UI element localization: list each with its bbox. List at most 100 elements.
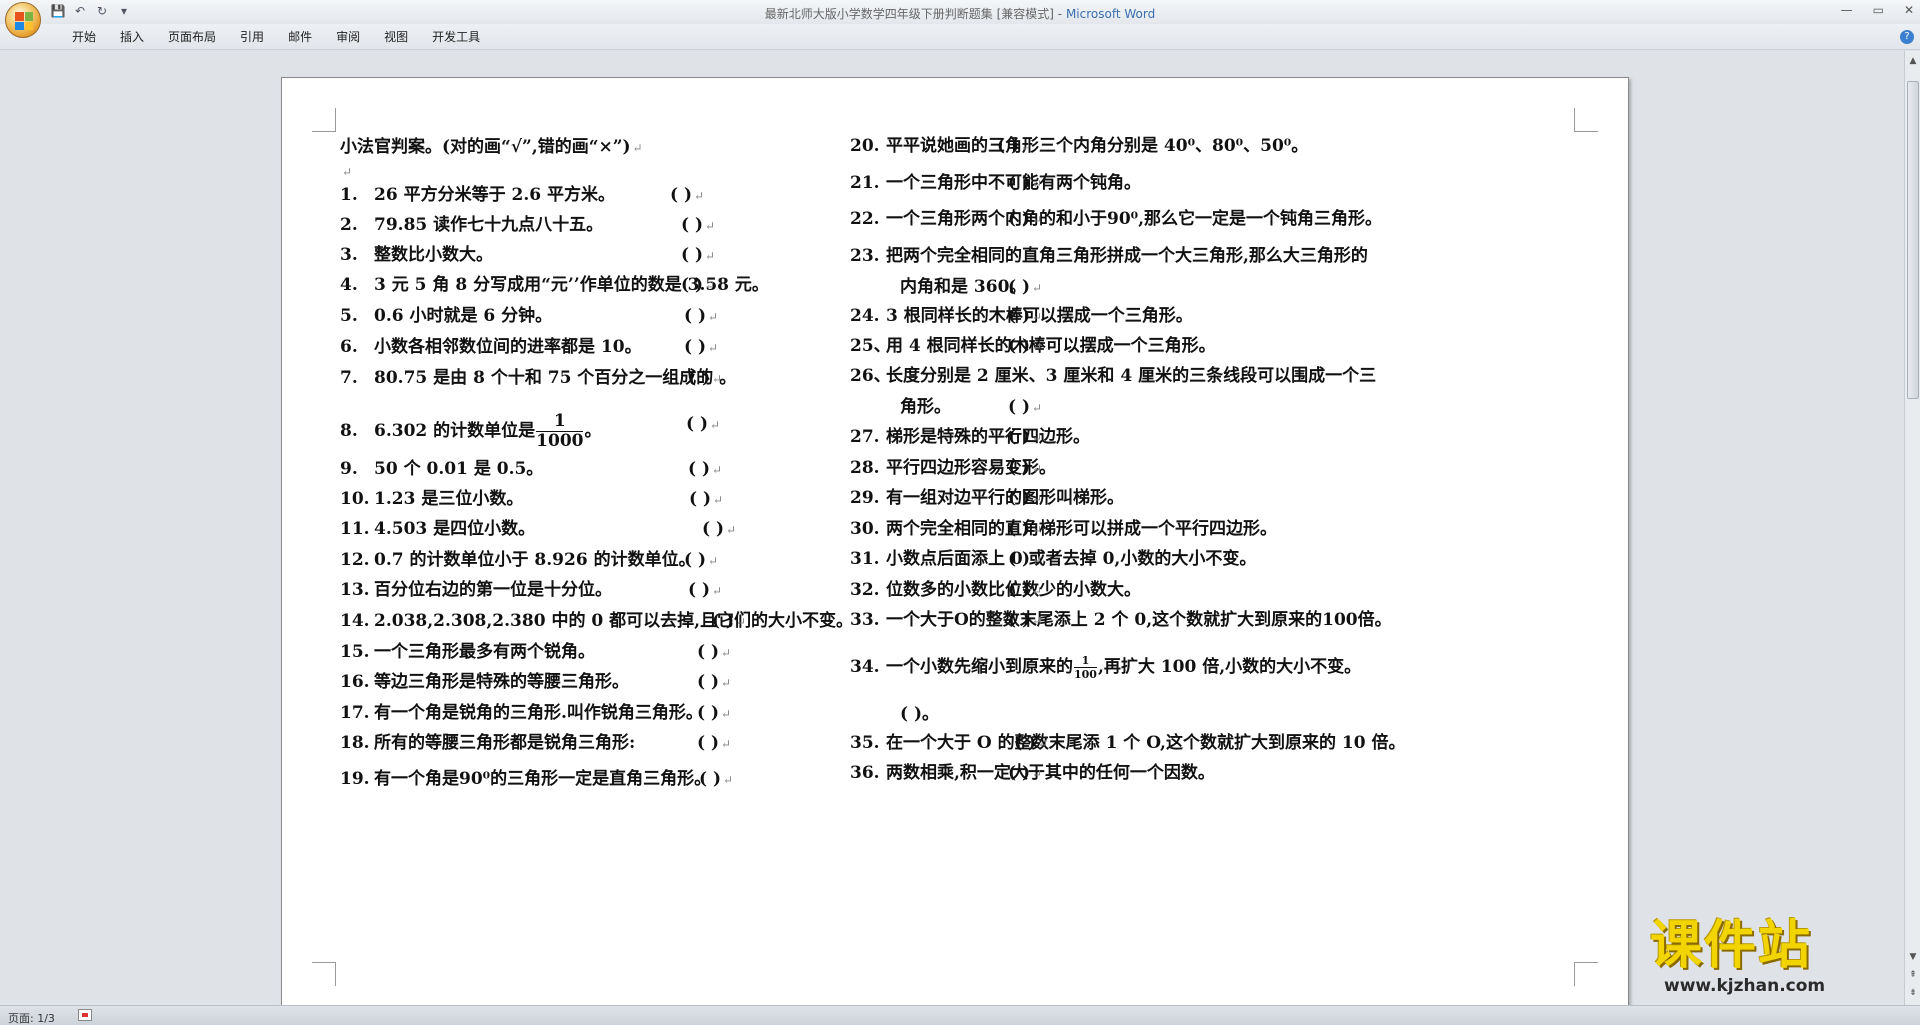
answer-blank-text: ( ) — [686, 414, 709, 434]
paragraph-mark: ↵ — [721, 676, 732, 690]
paragraph-mark: ↵ — [694, 189, 705, 203]
answer-blank[interactable]: ( ) ↵ — [689, 488, 723, 511]
ribbon-tab[interactable]: 开发工具 — [420, 30, 492, 44]
answer-blank-text: ( ) — [688, 459, 711, 479]
answer-blank[interactable]: ( ) ↵ — [681, 214, 715, 237]
ribbon-tab[interactable]: 邮件 — [276, 30, 324, 44]
answer-blank[interactable]: ( ) ↵ — [699, 768, 733, 791]
question-number: 31. — [850, 549, 880, 569]
answer-blank[interactable]: ( ) ↵ — [681, 274, 715, 297]
answer-blank[interactable]: ( ) ↵ — [1008, 762, 1042, 785]
answer-blank[interactable]: ( ) ↵ — [997, 135, 1031, 158]
question-number: 21. — [850, 173, 880, 193]
paragraph-mark: ↵ — [726, 523, 737, 537]
document-page[interactable]: 小法官判案。(对的画“√”,错的画“×”) ↵ ↵ 1. 26 平方分米等于 2.6… — [281, 77, 1629, 1005]
answer-blank-text: ( ) — [681, 215, 704, 235]
ribbon-tab[interactable]: 开始 — [60, 30, 108, 44]
ribbon-tab[interactable]: 引用 — [228, 30, 276, 44]
ribbon-tab[interactable]: 页面布局 — [156, 30, 228, 44]
answer-blank[interactable]: ( ) ↵ — [712, 610, 746, 633]
answer-blank[interactable]: ( ) ↵ — [697, 702, 731, 725]
proofing-icon[interactable] — [78, 1009, 92, 1021]
answer-blank[interactable]: ( ) ↵ — [1008, 305, 1042, 328]
answer-blank[interactable]: ( ) ↵ — [684, 305, 718, 328]
question-text: 一个三角形两个内角的和小于90⁰,那么它一定是一个钝角三角形。 — [886, 209, 1383, 229]
document-workspace: 小法官判案。(对的画“√”,错的画“×”) ↵ ↵ 1. 26 平方分米等于 2.6… — [0, 51, 1904, 1005]
paragraph-mark: ↵ — [1032, 281, 1043, 295]
heading-text: 小法官判案。(对的画“√”,错的画“×”) — [340, 137, 631, 157]
answer-blank[interactable]: ( ) ↵ — [1008, 208, 1042, 231]
minimize-button[interactable]: — — [1841, 3, 1853, 17]
answer-blank[interactable]: ( ) ↵ — [697, 732, 731, 755]
answer-blank[interactable]: ( ) ↵ — [1008, 172, 1042, 195]
answer-blank-text: ( ) — [1008, 427, 1031, 447]
answer-blank-text: ( ) — [1008, 336, 1031, 356]
help-icon[interactable]: ? — [1900, 30, 1914, 44]
answer-blank[interactable]: ( ) ↵ — [684, 549, 718, 572]
paragraph-mark: ↵ — [342, 165, 353, 179]
fraction-numerator: 1 — [1074, 655, 1097, 668]
ribbon-tab[interactable]: 视图 — [372, 30, 420, 44]
question-number: 7. — [340, 368, 358, 388]
answer-blank[interactable]: ( ) ↵ — [1008, 457, 1042, 480]
question-text: 在一个大于 O 的整数末尾添 1 个 O,这个数就扩大到原来的 10 倍。 — [886, 733, 1406, 753]
office-button[interactable] — [5, 2, 41, 38]
question-number: 8. — [340, 421, 358, 441]
page-count[interactable]: 页面: 1/3 — [8, 1010, 55, 1025]
question-text: 0.6 小时就是 6 分钟。 — [374, 306, 553, 326]
question-item: 21. 一个三角形中不可能有两个钝角。 — [850, 172, 1141, 194]
question-text: 长度分别是 2 厘米、3 厘米和 4 厘米的三条线段可以围成一个三 — [886, 366, 1377, 386]
answer-blank[interactable]: ( ) ↵ — [1008, 396, 1042, 419]
question-item: 10. 1.23 是三位小数。 — [340, 488, 523, 510]
answer-blank-text: ( ) — [1008, 209, 1031, 229]
answer-blank-text: ( ) — [997, 136, 1020, 156]
answer-blank[interactable]: ( ) ↵ — [1008, 487, 1042, 510]
question-number: 15. — [340, 642, 370, 662]
question-text: 等边三角形是特殊的等腰三角形。 — [374, 672, 629, 692]
ribbon-tabs: 开始 插入 页面布局 引用 邮件 审阅 视图 开发工具 — [60, 30, 492, 44]
answer-blank[interactable]: ( ) ↵ — [684, 336, 718, 359]
scroll-up-icon[interactable]: ▲ — [1908, 55, 1918, 67]
question-text: 所有的等腰三角形都是锐角三角形: — [374, 733, 636, 753]
question-text: 有一个角是90⁰的三角形一定是直角三角形。 — [374, 769, 712, 789]
ribbon-tab[interactable]: 插入 — [108, 30, 156, 44]
answer-blank[interactable]: ( ) ↵ — [697, 671, 731, 694]
close-button[interactable]: ✕ — [1904, 3, 1914, 17]
question-number: 29. — [850, 488, 880, 508]
ribbon-tab[interactable]: 审阅 — [324, 30, 372, 44]
question-item: 26、长度分别是 2 厘米、3 厘米和 4 厘米的三条线段可以围成一个三 — [850, 365, 1376, 387]
answer-blank[interactable]: ( ) ↵ — [1008, 609, 1042, 632]
answer-blank[interactable]: ( ) ↵ — [1008, 518, 1042, 541]
vertical-scrollbar[interactable]: ▲ ▼ ⇞ ⇟ — [1904, 51, 1920, 1005]
scroll-thumb[interactable] — [1907, 81, 1919, 399]
answer-blank[interactable]: ( ) ↵ — [1008, 579, 1042, 602]
question-text: 6.302 的计数单位是 — [374, 421, 536, 441]
answer-blank[interactable]: ( ) ↵ — [1008, 548, 1042, 571]
answer-blank[interactable]: ( ) ↵ — [702, 518, 736, 541]
crop-mark — [1574, 962, 1598, 986]
paragraph-mark: ↵ — [705, 219, 716, 233]
answer-blank[interactable]: ( ) ↵ — [686, 413, 720, 436]
paragraph-mark: ↵ — [1038, 737, 1049, 751]
answer-blank-text: ( ) — [1008, 549, 1031, 569]
question-text-tail: 。 — [584, 421, 602, 441]
answer-blank[interactable]: ( ) ↵ — [681, 244, 715, 267]
answer-blank[interactable]: ( ) ↵ — [1008, 276, 1042, 299]
answer-blank[interactable]: ( ) ↵ — [670, 184, 704, 207]
answer-blank[interactable]: ( ) ↵ — [688, 458, 722, 481]
answer-blank-text: ( ) — [684, 306, 707, 326]
answer-blank[interactable]: ( ) ↵ — [1008, 335, 1042, 358]
question-number: 26、 — [850, 366, 891, 386]
answer-blank[interactable]: ( ) ↵ — [697, 641, 731, 664]
question-item: 33. 一个大于O的整数末尾添上 2 个 0,这个数就扩大到原来的100倍。 — [850, 609, 1392, 631]
paragraph-mark: ↵ — [1032, 213, 1043, 227]
answer-blank[interactable]: ( ) ↵ — [1014, 732, 1048, 755]
maximize-button[interactable]: ▭ — [1873, 3, 1884, 17]
question-number: 30. — [850, 519, 880, 539]
answer-blank[interactable]: ( ) ↵ — [688, 579, 722, 602]
answer-blank[interactable]: ( ) ↵ — [1008, 426, 1042, 449]
question-text: 两数相乘,积一定大于其中的任何一个因数。 — [886, 763, 1215, 783]
paragraph-mark: ↵ — [1032, 401, 1043, 415]
answer-blank[interactable]: ( )。 — [900, 703, 939, 725]
answer-blank[interactable]: ( ) ↵ — [688, 367, 722, 390]
